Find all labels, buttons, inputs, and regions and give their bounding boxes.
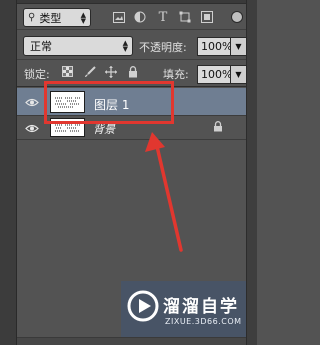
eye-icon[interactable] (24, 122, 40, 134)
watermark-url: ZIXUE.3D66.COM (165, 317, 242, 326)
image-filter-icon[interactable] (112, 10, 126, 24)
blend-mode-select[interactable]: 正常 ▲ ▼ (23, 36, 133, 56)
fill-input[interactable]: 100% (197, 65, 232, 84)
logo-icon (126, 289, 160, 323)
chevron-down-icon: ▼ (235, 70, 242, 79)
fill-label: 填充: (163, 68, 189, 81)
blend-mode-value: 正常 (30, 40, 52, 53)
opacity-dropdown-button[interactable]: ▼ (230, 37, 247, 56)
opacity-input[interactable]: 100% (197, 37, 232, 56)
shape-filter-icon[interactable] (178, 10, 192, 24)
smart-object-filter-icon[interactable] (200, 10, 214, 24)
watermark-name: 溜溜自学 (163, 297, 239, 317)
lock-icon (213, 121, 223, 132)
fill-dropdown-button[interactable]: ▼ (230, 65, 247, 84)
eye-icon[interactable] (24, 96, 40, 108)
adjustment-filter-icon[interactable] (133, 10, 147, 24)
chevron-down-icon: ▼ (235, 42, 242, 51)
opacity-label: 不透明度: (139, 41, 187, 54)
search-icon: ⚲ (28, 12, 36, 23)
scrollbar[interactable] (246, 0, 257, 345)
lock-image-pixels-icon[interactable] (83, 65, 96, 78)
filter-toggle[interactable] (231, 11, 243, 23)
chevron-updown-icon: ▲ ▼ (80, 10, 86, 25)
panel-bottom-strip (17, 337, 246, 345)
filter-kind-select[interactable]: ⚲ 类型 ▲ ▼ (23, 8, 91, 27)
lock-label: 锁定: (24, 68, 50, 81)
filter-kind-label: 类型 (39, 11, 62, 25)
lock-transparent-pixels-icon[interactable] (61, 65, 74, 78)
text-filter-icon[interactable]: T (156, 10, 170, 25)
lock-position-icon[interactable] (104, 65, 117, 78)
chevron-updown-icon: ▲ ▼ (122, 39, 128, 53)
lock-all-icon[interactable] (126, 65, 139, 78)
panel-left-edge (0, 0, 17, 345)
annotation-arrow (140, 130, 200, 255)
annotation-highlight-box (44, 81, 174, 124)
